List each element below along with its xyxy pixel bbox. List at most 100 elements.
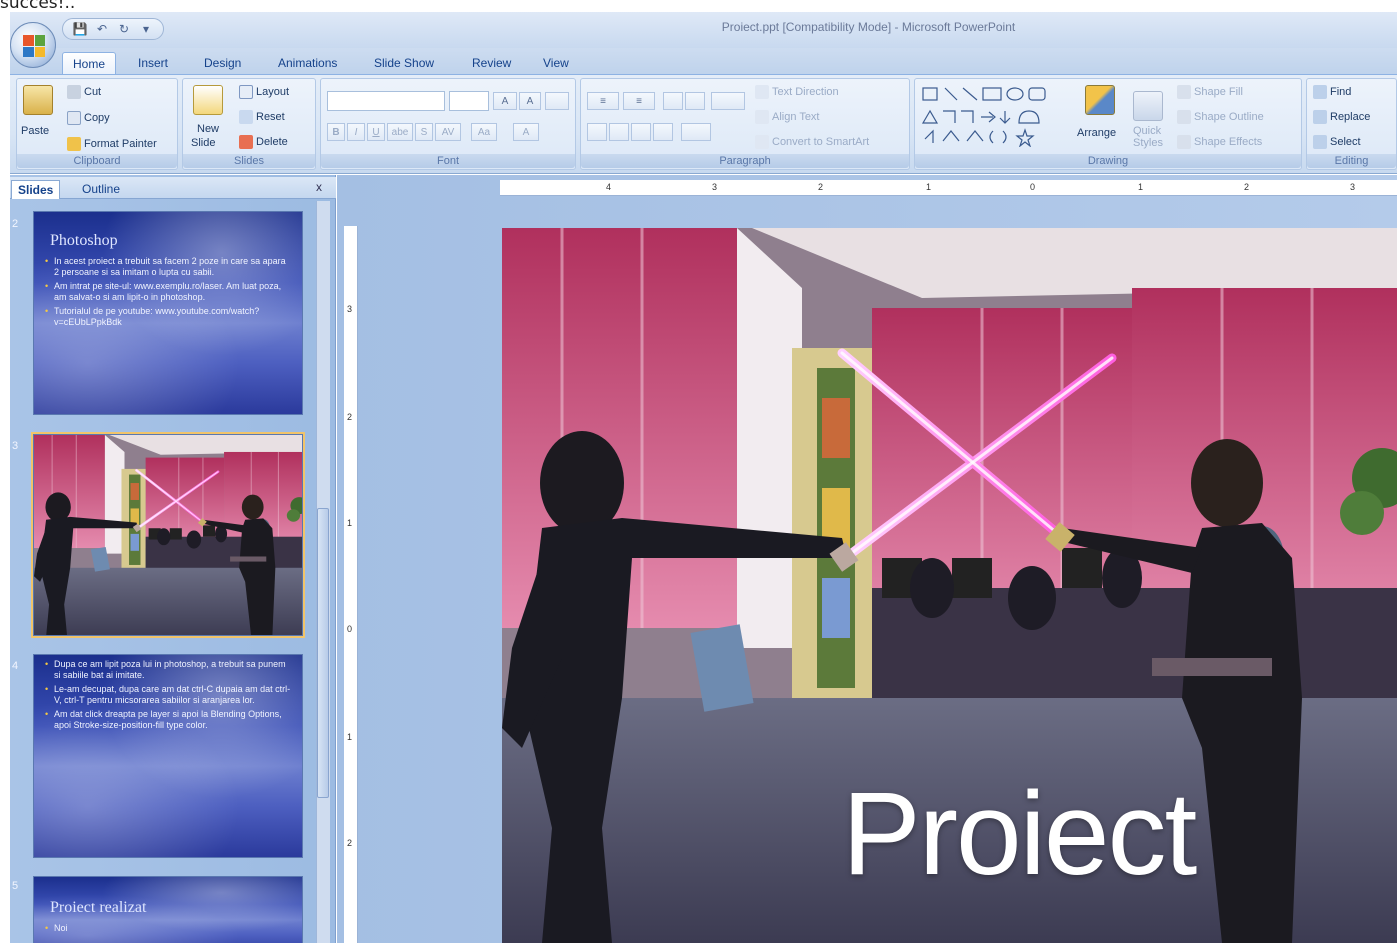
list-item: Le-am decupat, dupa care am dat ctrl-C d… <box>45 684 292 706</box>
thumbnail-bullets: Dupa ce am lipit poza lui in photoshop, … <box>34 655 302 731</box>
tab-home[interactable]: Home <box>62 52 117 74</box>
columns-button[interactable] <box>681 123 711 141</box>
new-slide-dropdown[interactable]: Slide <box>191 137 215 149</box>
paste-icon[interactable] <box>23 85 53 115</box>
drawing-group: Arrange Quick Styles Shape Fill Shape Ou… <box>914 78 1302 170</box>
italic-button[interactable]: I <box>347 123 365 141</box>
reset-button[interactable]: Reset <box>239 110 285 124</box>
arrange-button[interactable]: Arrange <box>1077 127 1116 139</box>
decrease-indent-button[interactable] <box>663 92 683 110</box>
list-item: Tutorialul de pe youtube: www.youtube.co… <box>45 306 292 328</box>
select-button[interactable]: Select <box>1313 135 1361 149</box>
save-icon[interactable]: 💾 <box>71 21 89 37</box>
format-painter-button[interactable]: Format Painter <box>67 137 157 151</box>
bullets-button[interactable]: ≡ <box>587 92 619 110</box>
powerpoint-window: succes!.. Proiect.ppt [Compatibility Mod… <box>0 0 1397 943</box>
copy-button[interactable]: Copy <box>67 111 110 125</box>
fill-bucket-icon <box>1177 85 1191 99</box>
align-center-button[interactable] <box>609 123 629 141</box>
align-text-icon <box>755 110 769 124</box>
tab-animations[interactable]: Animations <box>268 52 347 74</box>
slide-thumbnail[interactable]: Dupa ce am lipit poza lui in photoshop, … <box>33 654 303 858</box>
shape-outline-button[interactable]: Shape Outline <box>1177 110 1264 124</box>
justify-button[interactable] <box>653 123 673 141</box>
tab-slide-show[interactable]: Slide Show <box>364 52 444 74</box>
paragraph-group-label: Paragraph <box>581 154 909 168</box>
quick-access-toolbar: 💾 ↶ ↻ ▾ <box>62 18 164 40</box>
underline-button[interactable]: U <box>367 123 385 141</box>
office-button[interactable] <box>10 22 56 68</box>
text-direction-icon <box>755 85 769 99</box>
ruler-label: 2 <box>1244 182 1250 192</box>
slides-pane-scroll-thumb[interactable] <box>317 508 329 798</box>
layout-button[interactable]: Layout <box>239 85 289 99</box>
ruler-label: 1 <box>347 732 353 742</box>
align-left-button[interactable] <box>587 123 607 141</box>
thumbnail-bullets: Noi <box>34 917 302 934</box>
cut-button[interactable]: Cut <box>67 85 101 99</box>
replace-button[interactable]: Replace <box>1313 110 1370 124</box>
convert-smartart-button[interactable]: Convert to SmartArt <box>755 135 869 149</box>
brush-icon <box>67 137 81 151</box>
delete-button[interactable]: Delete <box>239 135 288 149</box>
clear-format-button[interactable] <box>545 92 569 110</box>
find-button[interactable]: Find <box>1313 85 1351 99</box>
ruler-label: 4 <box>606 182 612 192</box>
tab-outline-pane[interactable]: Outline <box>76 180 126 199</box>
align-text-button[interactable]: Align Text <box>755 110 820 124</box>
new-slide-icon[interactable] <box>193 85 223 115</box>
slide-thumbnail-selected[interactable] <box>31 432 305 638</box>
reset-icon <box>239 110 253 124</box>
quick-styles-button[interactable]: Quick <box>1133 125 1161 137</box>
quick-styles-icon[interactable] <box>1133 91 1163 121</box>
font-size-combo[interactable] <box>449 91 489 111</box>
ruler-label: 1 <box>347 518 353 528</box>
ruler-label: 1 <box>1138 182 1144 192</box>
new-slide-button[interactable]: New <box>197 123 219 135</box>
shape-effects-button[interactable]: Shape Effects <box>1177 135 1262 149</box>
font-name-combo[interactable] <box>327 91 445 111</box>
current-slide[interactable]: Proiect <box>502 228 1397 943</box>
binoculars-icon <box>1313 85 1327 99</box>
slide-thumbnail[interactable]: Proiect realizat Noi <box>33 876 303 943</box>
ruler-label: 0 <box>1030 182 1036 192</box>
shapes-gallery[interactable] <box>921 85 1065 147</box>
tab-design[interactable]: Design <box>194 52 251 74</box>
increase-indent-button[interactable] <box>685 92 705 110</box>
character-spacing-button[interactable]: AV <box>435 123 461 141</box>
slide-title[interactable]: Proiect <box>842 766 1197 902</box>
redo-icon[interactable]: ↻ <box>115 21 133 37</box>
line-spacing-button[interactable] <box>711 92 745 110</box>
tab-slides-pane[interactable]: Slides <box>11 180 61 199</box>
dropdown-icon[interactable]: ▾ <box>137 21 155 37</box>
shape-fill-button[interactable]: Shape Fill <box>1177 85 1243 99</box>
ruler-label: 1 <box>926 182 932 192</box>
paste-button[interactable]: Paste <box>21 125 49 137</box>
numbering-button[interactable]: ≡ <box>623 92 655 110</box>
smartart-icon <box>755 135 769 149</box>
slide-number: 5 <box>12 880 19 892</box>
undo-icon[interactable]: ↶ <box>93 21 111 37</box>
bold-button[interactable]: B <box>327 123 345 141</box>
shadow-button[interactable]: S <box>415 123 433 141</box>
ruler-label: 3 <box>347 304 353 314</box>
tab-review[interactable]: Review <box>462 52 521 74</box>
scissors-icon <box>67 85 81 99</box>
close-pane-icon[interactable]: x <box>316 180 322 194</box>
ruler-label: 3 <box>712 182 718 192</box>
align-right-button[interactable] <box>631 123 651 141</box>
change-case-button[interactable]: Aa <box>471 123 497 141</box>
strikethrough-button[interactable]: abe <box>387 123 413 141</box>
shrink-font-button[interactable]: A <box>519 92 541 110</box>
slide-thumbnail[interactable]: Photoshop In acest proiect a trebuit sa … <box>33 211 303 415</box>
font-color-button[interactable]: A <box>513 123 539 141</box>
text-direction-button[interactable]: Text Direction <box>755 85 839 99</box>
arrange-icon[interactable] <box>1085 85 1115 115</box>
editing-group-label: Editing <box>1307 154 1396 168</box>
grow-font-button[interactable]: A <box>493 92 517 110</box>
vertical-ruler: 3 2 1 0 1 2 <box>344 226 358 943</box>
clipboard-group-label: Clipboard <box>17 154 177 168</box>
tab-view[interactable]: View <box>533 52 579 74</box>
tab-insert[interactable]: Insert <box>128 52 178 74</box>
slide-number: 4 <box>12 660 19 672</box>
